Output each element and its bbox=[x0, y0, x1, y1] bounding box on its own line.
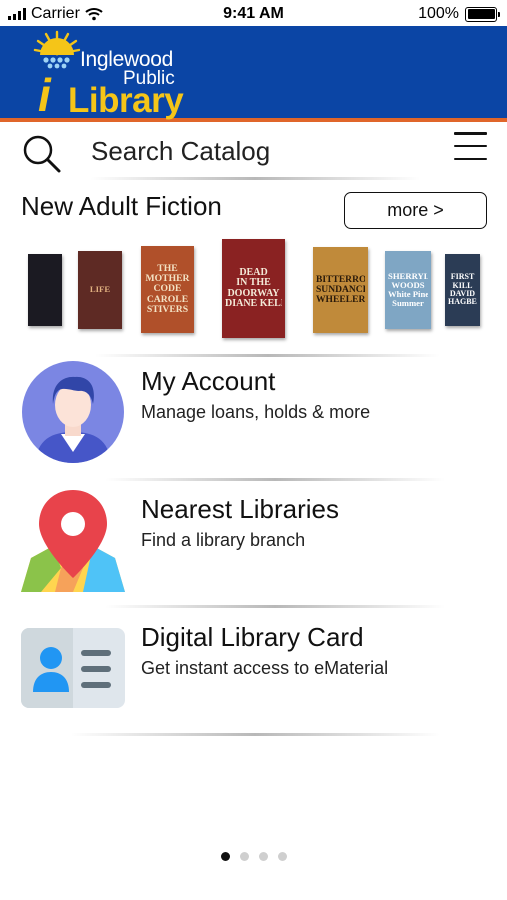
divider bbox=[95, 354, 440, 357]
book-cover-dead-in-the-doorway[interactable]: DEADIN THEDOORWAYDIANE KELLY bbox=[222, 239, 285, 338]
carrier-label: Carrier bbox=[31, 5, 80, 22]
book-cover-text: DAVID bbox=[449, 290, 476, 298]
book-cover-text: WOODS bbox=[391, 280, 425, 290]
book-cover-text: DIANE KELLY bbox=[225, 299, 282, 309]
page-dot[interactable] bbox=[258, 852, 268, 861]
status-bar: Carrier 9:41 AM 100% bbox=[0, 0, 507, 28]
book-cover-bitterroot-lawless[interactable]: BITTERROOTSUNDANCEWHEELER bbox=[313, 247, 368, 333]
feature-subtitle: Get instant access to eMaterial bbox=[141, 658, 389, 678]
book-cover-text: White Pines bbox=[388, 290, 428, 299]
book-cover-david-hagberg[interactable]: FIRSTKILLDAVIDHAGBERG bbox=[445, 254, 480, 326]
divider bbox=[105, 605, 445, 608]
feature-subtitle: Manage loans, holds & more bbox=[141, 402, 371, 422]
my-account-row[interactable]: My Account Manage loans, holds & more bbox=[0, 360, 507, 470]
map-pin-icon bbox=[21, 490, 125, 592]
page-dot[interactable] bbox=[277, 852, 287, 861]
app-header: Inglewood Public i Library bbox=[0, 26, 507, 122]
feature-title[interactable]: My Account bbox=[141, 366, 275, 397]
book-cover-text: FIRST bbox=[450, 273, 475, 282]
feature-title[interactable]: Digital Library Card bbox=[141, 622, 364, 653]
book-cover-text: DOORWAY bbox=[227, 288, 280, 299]
book-cover-text: THE bbox=[157, 264, 178, 275]
book-carousel[interactable]: LIFE THE MOTHER CODE CAROLE STIVERS DEAD IN T… bbox=[0, 235, 507, 345]
feature-title[interactable]: Nearest Libraries bbox=[141, 494, 339, 525]
battery-icon bbox=[465, 6, 500, 22]
book-cover-2[interactable]: LIFE bbox=[78, 251, 122, 329]
book-cover-text: KILL bbox=[452, 281, 473, 290]
more-button[interactable]: more > bbox=[344, 192, 487, 229]
logo-text-library: Library bbox=[68, 81, 184, 120]
book-cover-text: MOTHER bbox=[145, 274, 190, 285]
page-indicator[interactable] bbox=[0, 852, 507, 861]
search-bar[interactable]: Search Catalog bbox=[0, 126, 507, 178]
signal-icon bbox=[8, 8, 26, 20]
book-cover-text: DEAD bbox=[239, 267, 268, 278]
battery-percent: 100% bbox=[418, 5, 459, 22]
book-cover-sherryl-woods[interactable]: SHERRYLWOODSWhite PinesSummer bbox=[385, 251, 431, 329]
divider bbox=[70, 733, 440, 736]
digital-library-card-row[interactable]: Digital Library Card Get instant access … bbox=[0, 616, 507, 726]
page-dot[interactable] bbox=[239, 852, 249, 861]
book-cover-text: HAGBERG bbox=[448, 298, 477, 307]
status-left: Carrier bbox=[8, 5, 103, 23]
wifi-icon bbox=[85, 8, 103, 21]
nearest-libraries-row[interactable]: Nearest Libraries Find a library branch bbox=[0, 488, 507, 598]
book-cover-the-mother-code[interactable]: THE MOTHER CODE CAROLE STIVERS bbox=[141, 246, 194, 333]
feature-subtitle: Find a library branch bbox=[141, 530, 306, 550]
book-cover-text: STIVERS bbox=[146, 304, 189, 315]
book-cover-text: LIFE bbox=[89, 285, 111, 295]
book-cover-text: BITTERROOT bbox=[316, 274, 365, 285]
book-cover-text: SUNDANCE bbox=[316, 284, 365, 295]
book-cover-text: SHERRYL bbox=[388, 271, 428, 281]
library-logo: Inglewood Public i Library bbox=[28, 28, 188, 120]
search-icon[interactable] bbox=[22, 134, 62, 174]
book-cover-text: Summer bbox=[392, 299, 424, 309]
user-avatar-icon bbox=[22, 361, 124, 463]
logo-text-i: i bbox=[38, 69, 51, 121]
status-right: 100% bbox=[418, 5, 500, 23]
hamburger-menu-icon[interactable] bbox=[454, 132, 487, 160]
book-cover-1[interactable] bbox=[28, 254, 62, 326]
book-cover-text: IN THE bbox=[236, 278, 271, 288]
book-cover-text: WHEELER bbox=[316, 295, 365, 306]
divider bbox=[90, 177, 420, 180]
section-title-new-fiction: New Adult Fiction bbox=[21, 191, 222, 221]
id-card-icon bbox=[21, 628, 125, 708]
search-catalog-label[interactable]: Search Catalog bbox=[91, 136, 270, 167]
book-cover-text: CODE bbox=[153, 284, 182, 295]
page-dot[interactable] bbox=[220, 852, 230, 861]
book-cover-text: CAROLE bbox=[146, 294, 189, 305]
divider bbox=[105, 478, 445, 481]
sun-logo-icon bbox=[33, 30, 81, 69]
